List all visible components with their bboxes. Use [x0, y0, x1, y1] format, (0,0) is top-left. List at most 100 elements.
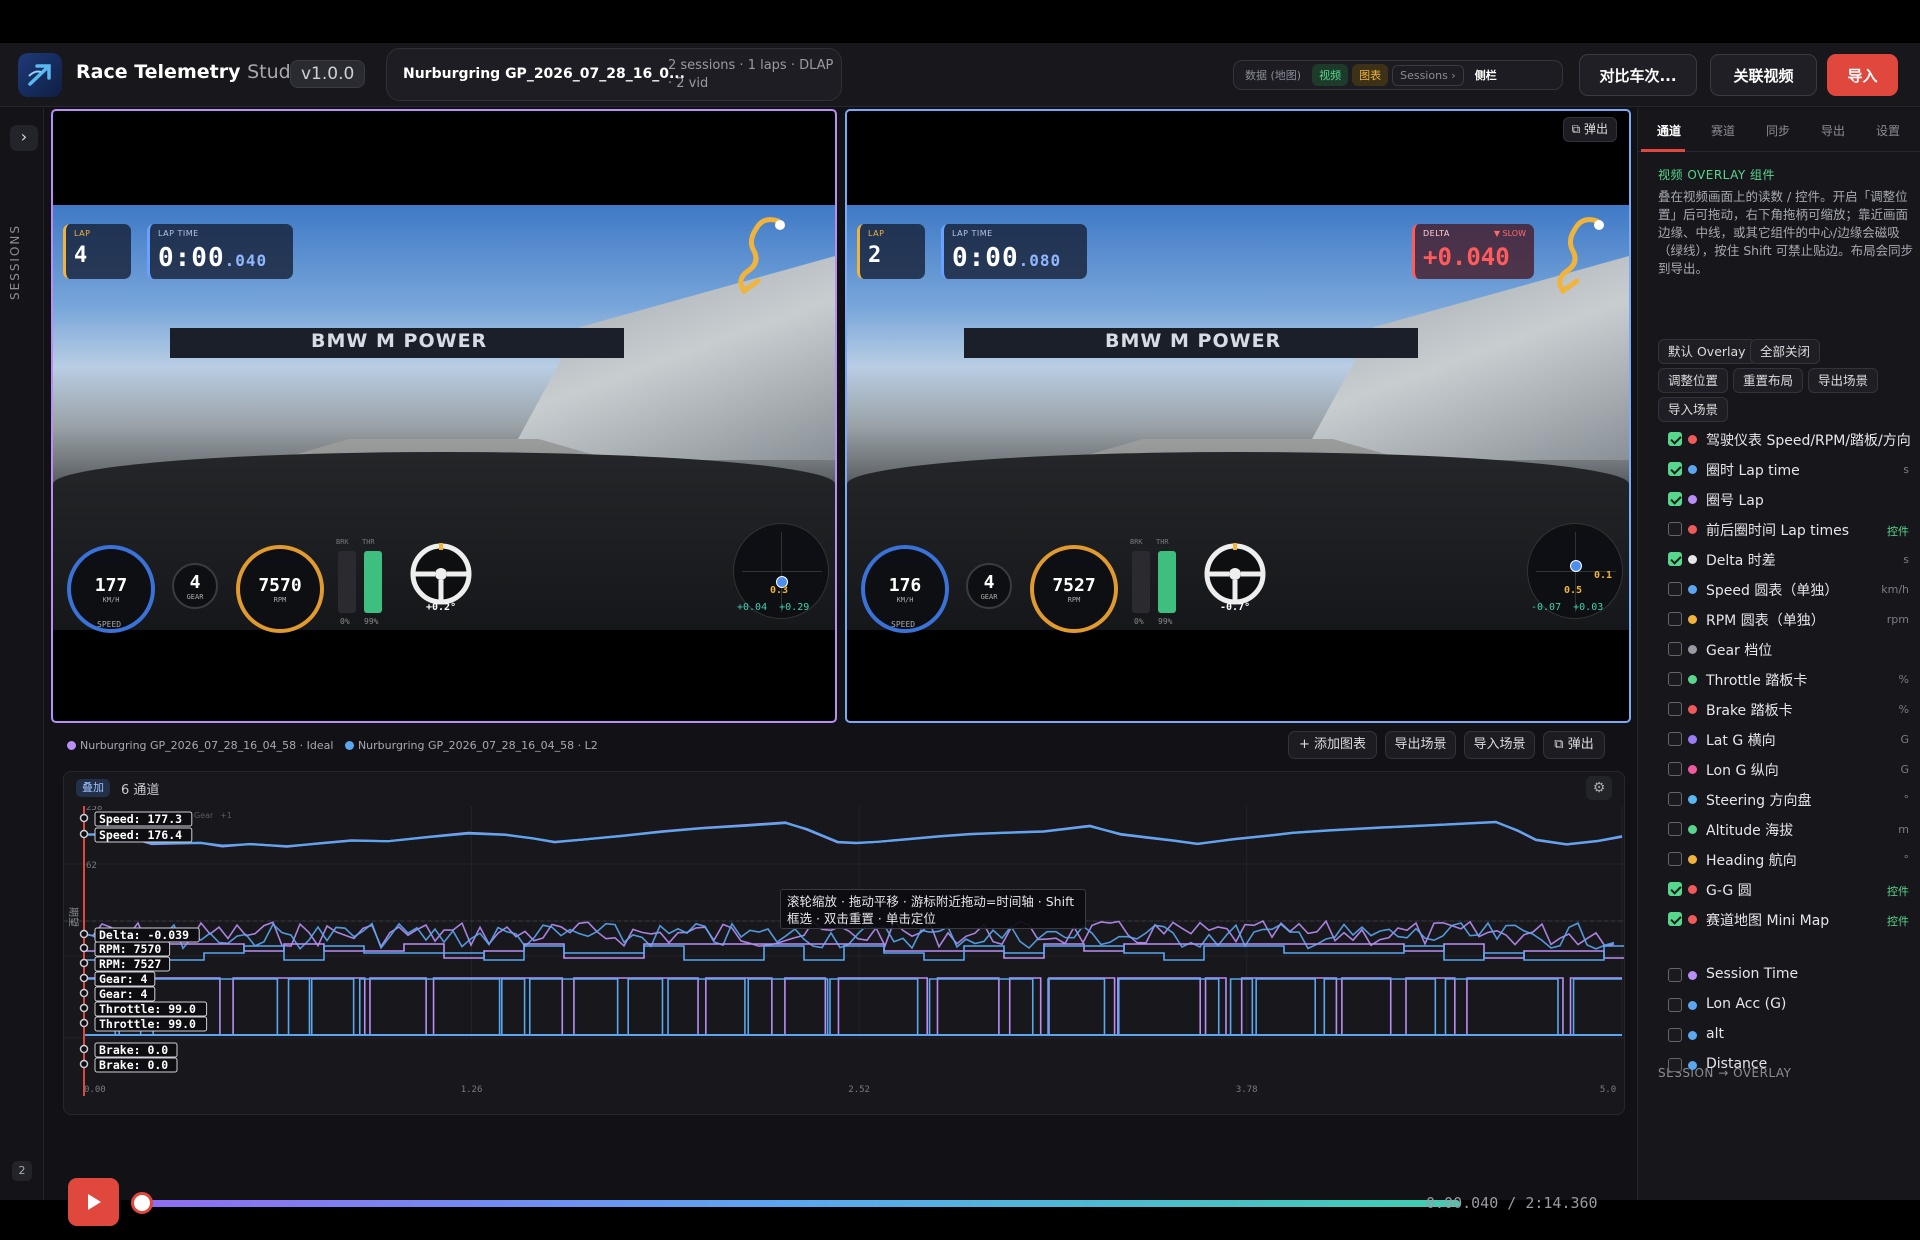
overlay-item-color-dot	[1688, 555, 1697, 564]
overlay-item-checkbox[interactable]	[1668, 492, 1682, 506]
view-toggle-2[interactable]: 图表	[1352, 64, 1389, 86]
view-toggle-0[interactable]: 数据 (地图)	[1238, 64, 1308, 86]
tab-export[interactable]: 导出	[1821, 122, 1845, 139]
scrubber-handle[interactable]	[131, 1192, 153, 1214]
overlay-item[interactable]: 圈时 Lap time s	[1668, 458, 1920, 480]
overlay-item-checkbox[interactable]	[1668, 998, 1682, 1012]
overlay-item[interactable]: Brake 踏板卡%	[1668, 698, 1920, 720]
x-tick-label: 1.26	[461, 1085, 483, 1095]
overlay-item[interactable]: 圈号 Lap	[1668, 488, 1920, 510]
legend-item-l2[interactable]: Nurburgring GP_2026_07_28_16_04_58 · L2	[344, 739, 598, 752]
overlay-item-checkbox[interactable]	[1668, 882, 1682, 896]
overlay-item[interactable]: Session Time	[1668, 964, 1920, 986]
overlay-item[interactable]: Altitude 海拔 m	[1668, 818, 1920, 840]
x-tick-label: 0.00	[84, 1085, 106, 1095]
expand-sessions-button[interactable]: ›	[10, 125, 38, 151]
speed-gauge-unit: KM/H	[102, 595, 120, 604]
overlay-item-checkbox[interactable]	[1668, 968, 1682, 982]
popout-video-button[interactable]: ⧉ 弹出	[1562, 117, 1617, 142]
channel-count: 6 通道	[121, 783, 160, 798]
overlay-item-checkbox[interactable]	[1668, 462, 1682, 476]
total-time: 2:14.360	[1525, 1194, 1598, 1212]
legend-item-ideal[interactable]: Nurburgring GP_2026_07_28_16_04_58 · Ide…	[67, 739, 333, 752]
overlay-item-checkbox[interactable]	[1668, 792, 1682, 806]
speed-line-l2	[84, 821, 1623, 848]
video-panel-b[interactable]: BMW M POWER ⧉ 弹出 LAP 2 LAP TIME 0:00.080…	[845, 109, 1631, 723]
link-video-button[interactable]: 关联视频	[1710, 54, 1817, 96]
overlay-item[interactable]: Lon G 纵向 G	[1668, 758, 1920, 780]
faint-channel-label: Gear	[194, 811, 214, 820]
overlay-item-checkbox[interactable]	[1668, 642, 1682, 656]
telemetry-chart[interactable]: 叠加 6 通道 ⚙ 25862RPMGear+1期望 Speed: 177.3S…	[63, 771, 1625, 1115]
overlay-item[interactable]: Steering 方向盘 °	[1668, 788, 1920, 810]
overlay-item[interactable]: 赛道地图 Mini Map 控件	[1668, 908, 1920, 930]
overlay-item[interactable]: 驾驶仪表 Speed/RPM/踏板/方向	[1668, 428, 1920, 450]
overlay-item[interactable]: Heading 航向 °	[1668, 848, 1920, 870]
add-chart-button[interactable]: + 添加图表	[1288, 731, 1377, 759]
overlay-item[interactable]: Distance	[1668, 1054, 1920, 1076]
overlay-item-label: Speed 圆表（单独）	[1706, 583, 1839, 599]
export-scene-button[interactable]: 导出场景	[1808, 368, 1879, 393]
overlay-item[interactable]: RPM 圆表（单独） rpm	[1668, 608, 1920, 630]
view-toggle-3[interactable]: Sessions ›	[1392, 64, 1464, 86]
overlay-item[interactable]: 前后圈时间 Lap times 控件	[1668, 518, 1920, 540]
reset-layout-button[interactable]: 重置布局	[1733, 368, 1804, 393]
default-overlay-button[interactable]: 默认 Overlay	[1658, 339, 1756, 364]
overlay-item-checkbox[interactable]	[1668, 762, 1682, 776]
overlay-item-checkbox[interactable]	[1668, 432, 1682, 446]
chart-settings-icon[interactable]: ⚙	[1586, 776, 1612, 800]
view-toggle-4[interactable]: 侧栏	[1468, 64, 1504, 86]
overlay-item[interactable]: G-G 圆 控件	[1668, 878, 1920, 900]
overlay-item-checkbox[interactable]	[1668, 522, 1682, 536]
overlay-item-color-dot	[1688, 525, 1697, 534]
telemetry-plot[interactable]: 25862RPMGear+1期望 Speed: 177.3Speed: 176.…	[64, 806, 1624, 1096]
cursor-point	[79, 1003, 89, 1013]
tab-sync[interactable]: 同步	[1766, 122, 1790, 139]
import-button[interactable]: 导入	[1827, 54, 1898, 96]
overlay-item-checkbox[interactable]	[1668, 852, 1682, 866]
overlay-item-checkbox[interactable]	[1668, 552, 1682, 566]
overlay-item[interactable]: alt	[1668, 1024, 1920, 1046]
delta-value: +0.040	[1423, 243, 1510, 271]
view-toggle-1[interactable]: 视频	[1312, 64, 1349, 86]
overlay-item-checkbox[interactable]	[1668, 612, 1682, 626]
popout-video-label: 弹出	[1583, 122, 1608, 136]
close-all-button[interactable]: 全部关闭	[1750, 339, 1821, 364]
overlay-item-label: RPM 圆表（单独）	[1706, 613, 1825, 629]
overlay-item[interactable]: Delta 时差 s	[1668, 548, 1920, 570]
adjust-position-button[interactable]: 调整位置	[1658, 368, 1729, 393]
tab-track[interactable]: 赛道	[1711, 122, 1735, 139]
overlay-item[interactable]: Speed 圆表（单独） km/h	[1668, 578, 1920, 600]
gear-gauge: 4 GEAR	[172, 563, 218, 609]
overlay-item-checkbox[interactable]	[1668, 1058, 1682, 1072]
popout-chart-button[interactable]: ⧉ 弹出	[1543, 731, 1605, 759]
session-selector[interactable]: Nurburgring GP_2026_07_28_16_0... 2 sess…	[386, 48, 842, 101]
video-panel-a[interactable]: BMW M POWER LAP 4 LAP TIME 0:00.040 177 K…	[51, 109, 837, 723]
charts-section: Nurburgring GP_2026_07_28_16_04_58 · Ide…	[51, 729, 1627, 1200]
import-scene-button[interactable]: 导入场景	[1464, 731, 1535, 759]
overlay-item-checkbox[interactable]	[1668, 582, 1682, 596]
gg-center-value: 0.5	[1564, 585, 1583, 596]
overlay-item[interactable]: Lon Acc (G)	[1668, 994, 1920, 1016]
overlay-item[interactable]: Gear 档位	[1668, 638, 1920, 660]
session-name: Nurburgring GP_2026_07_28_16_0...	[403, 66, 685, 82]
overlay-item[interactable]: Lat G 横向 G	[1668, 728, 1920, 750]
overlay-item-checkbox[interactable]	[1668, 702, 1682, 716]
cursor-point	[79, 1059, 89, 1069]
play-button[interactable]	[68, 1178, 119, 1226]
tab-channels[interactable]: 通道	[1657, 122, 1681, 139]
app-name: Race Telemetry	[76, 61, 241, 83]
overlay-item-checkbox[interactable]	[1668, 732, 1682, 746]
overlay-item-checkbox[interactable]	[1668, 822, 1682, 836]
compare-laps-button[interactable]: 对比车次...	[1579, 54, 1697, 96]
overlay-item-checkbox[interactable]	[1668, 912, 1682, 926]
overlay-item-checkbox[interactable]	[1668, 672, 1682, 686]
timeline-scrubber[interactable]	[144, 1200, 1460, 1207]
import-scene-button[interactable]: 导入场景	[1658, 397, 1729, 422]
speed-gauge-value: 177	[94, 574, 128, 596]
overlay-mode-badge[interactable]: 叠加	[76, 779, 110, 797]
overlay-item-checkbox[interactable]	[1668, 1028, 1682, 1042]
tab-settings[interactable]: 设置	[1876, 122, 1900, 139]
export-scene-button[interactable]: 导出场景	[1385, 731, 1456, 759]
overlay-item[interactable]: Throttle 踏板卡%	[1668, 668, 1920, 690]
